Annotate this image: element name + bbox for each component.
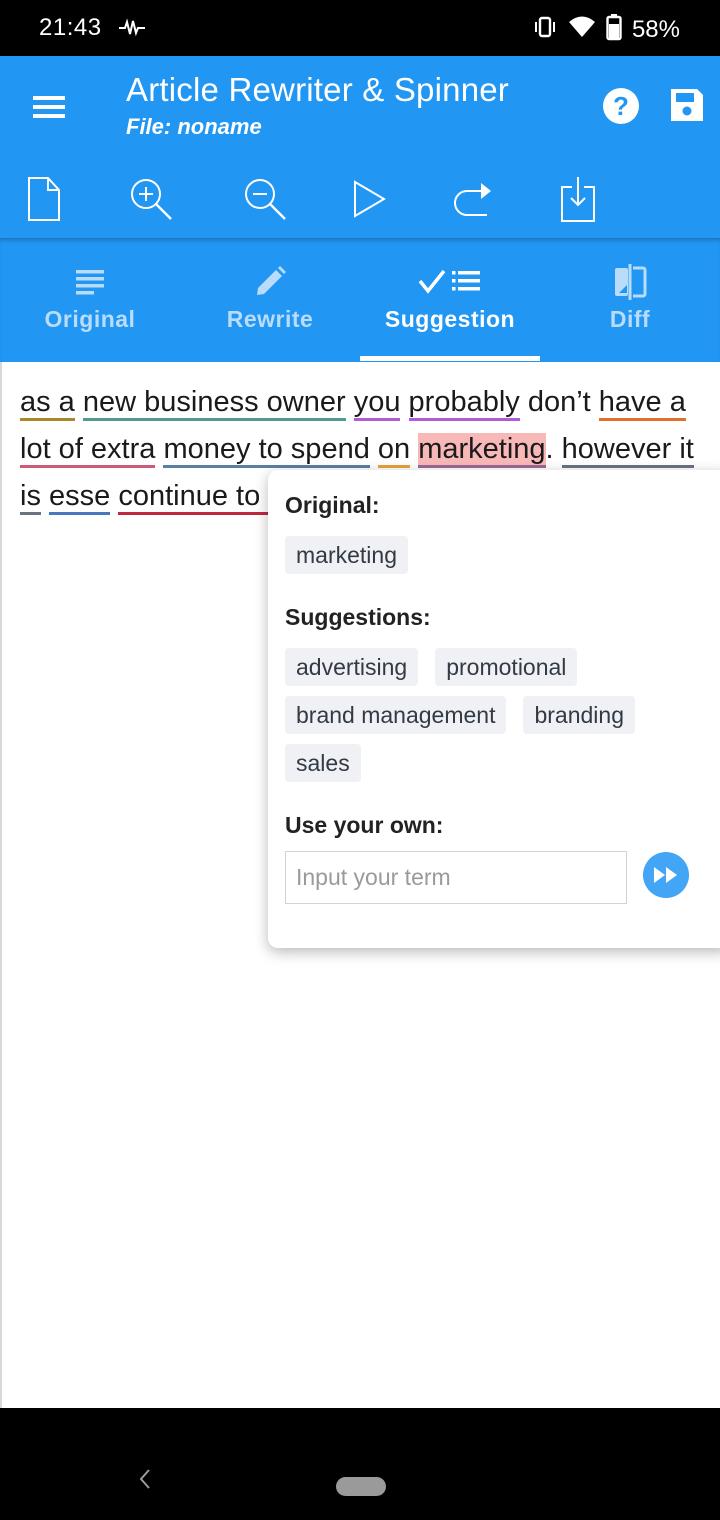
suggestions-label: Suggestions: <box>285 604 431 630</box>
hamburger-menu-icon <box>33 96 65 118</box>
svg-text:?: ? <box>613 91 629 121</box>
battery-icon <box>606 13 622 46</box>
spinnable-phrase[interactable]: as a <box>20 386 75 421</box>
new-file-icon <box>28 177 60 221</box>
check-list-icon <box>360 262 540 302</box>
spinnable-phrase[interactable]: lot of extra <box>20 433 156 468</box>
suggestion-chip[interactable]: promotional <box>435 648 578 686</box>
play-icon <box>354 180 386 218</box>
file-name: File: noname <box>126 114 262 139</box>
help-button[interactable]: ? <box>602 87 640 125</box>
custom-term-input[interactable] <box>285 851 627 904</box>
view-tabs: Original Rewrite Suggestion Diff <box>0 238 720 362</box>
active-tab-indicator <box>360 356 540 361</box>
spinnable-phrase[interactable]: on <box>377 433 411 468</box>
pencil-icon <box>180 262 360 302</box>
app-title: Article Rewriter & Spinner <box>126 71 509 108</box>
suggestion-chips: advertising promotional brand management b… <box>285 648 685 792</box>
home-button[interactable] <box>336 1477 386 1496</box>
spinnable-phrase[interactable]: probably <box>408 386 520 421</box>
status-bar: 21:43 58% <box>0 0 720 56</box>
download-icon <box>561 177 595 222</box>
redo-icon <box>454 183 491 216</box>
suggestion-chip[interactable]: advertising <box>285 648 419 686</box>
help-icon: ? <box>603 88 639 124</box>
save-icon <box>671 89 703 121</box>
tab-suggestion[interactable]: Suggestion <box>360 238 540 362</box>
selected-phrase[interactable]: marketing <box>418 433 546 468</box>
battery-percentage: 58% <box>631 15 680 43</box>
spinnable-phrase[interactable]: have a <box>598 386 686 421</box>
tab-label: Suggestion <box>384 306 516 332</box>
original-word-chip: marketing <box>285 536 408 574</box>
back-icon <box>139 1469 150 1489</box>
save-button[interactable] <box>668 86 706 124</box>
status-time: 21:43 <box>39 14 102 41</box>
original-label: Original: <box>285 492 380 518</box>
suggestion-chip[interactable]: brand management <box>285 696 507 734</box>
zoom-out-icon <box>245 179 286 220</box>
activity-pulse-icon <box>118 18 146 43</box>
lines-icon <box>0 262 180 302</box>
zoom-in-icon <box>131 179 172 220</box>
download-button[interactable] <box>551 172 605 226</box>
use-your-own-label: Use your own: <box>285 812 444 838</box>
suggestion-chip[interactable]: sales <box>285 744 361 782</box>
tab-rewrite[interactable]: Rewrite <box>180 238 360 362</box>
zoom-out-button[interactable] <box>238 172 292 226</box>
app-bar: Article Rewriter & Spinner File: noname … <box>0 56 720 238</box>
spinnable-phrase[interactable]: esse <box>49 480 111 515</box>
back-button[interactable] <box>138 1468 152 1495</box>
suggestion-popup: Original: marketing Suggestions: adverti… <box>268 470 720 948</box>
redo-button[interactable] <box>446 172 500 226</box>
toolbar <box>0 168 720 234</box>
submit-term-button[interactable] <box>643 852 689 898</box>
tab-label: Diff <box>609 306 651 332</box>
new-file-button[interactable] <box>17 172 71 226</box>
menu-button[interactable] <box>30 92 68 122</box>
zoom-in-button[interactable] <box>124 172 178 226</box>
play-button[interactable] <box>343 172 397 226</box>
tab-label: Original <box>44 306 136 332</box>
tab-original[interactable]: Original <box>0 238 180 362</box>
suggestion-chip[interactable]: branding <box>523 696 635 734</box>
fast-forward-icon <box>654 867 677 883</box>
spinnable-phrase[interactable]: money to spend <box>163 433 370 468</box>
tab-diff[interactable]: Diff <box>540 238 720 362</box>
status-icons: 58% <box>532 13 680 46</box>
spinnable-phrase[interactable]: you <box>353 386 401 421</box>
tab-label: Rewrite <box>226 306 314 332</box>
vibrate-icon <box>532 15 558 44</box>
compare-icon <box>540 262 720 302</box>
system-nav-bar <box>0 1408 720 1520</box>
spinnable-phrase[interactable]: new business owner <box>82 386 346 421</box>
wifi-icon <box>568 15 596 44</box>
